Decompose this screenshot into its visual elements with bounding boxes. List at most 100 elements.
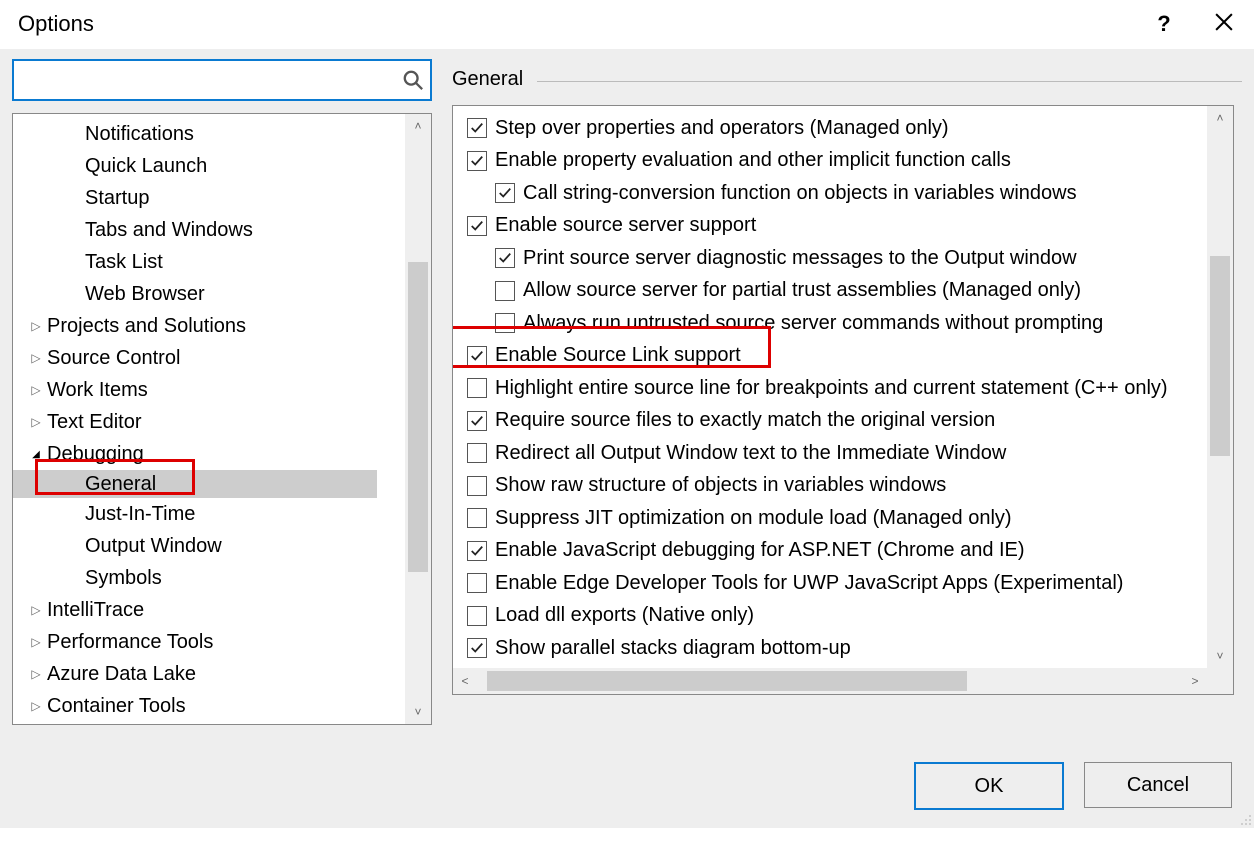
scroll-thumb[interactable]	[408, 262, 428, 572]
checkbox[interactable]	[495, 183, 515, 203]
checkbox[interactable]	[467, 378, 487, 398]
tree-scrollbar[interactable]: ˄ ˅	[405, 114, 431, 724]
option-row: Load dll exports (Native only)	[453, 600, 1234, 633]
option-label[interactable]: Redirect all Output Window text to the I…	[495, 442, 1006, 465]
option-label[interactable]: Show raw structure of objects in variabl…	[495, 474, 946, 497]
option-row: Show raw structure of objects in variabl…	[453, 470, 1234, 503]
tree-item-label: Output Window	[85, 535, 222, 558]
checkbox[interactable]	[467, 476, 487, 496]
tree-item-label: Azure Data Lake	[47, 663, 196, 686]
options-vertical-scrollbar[interactable]: ˄ ˅	[1207, 106, 1233, 668]
tree-item-work-items[interactable]: ▷Work Items	[13, 374, 431, 406]
option-label[interactable]: Enable Edge Developer Tools for UWP Java…	[495, 572, 1123, 595]
tree-item-text-editor[interactable]: ▷Text Editor	[13, 406, 431, 438]
option-label[interactable]: Show parallel stacks diagram bottom-up	[495, 637, 851, 660]
scroll-down-icon[interactable]: ˅	[1207, 644, 1233, 668]
checkbox[interactable]	[495, 313, 515, 333]
tree-item-azure-data-lake[interactable]: ▷ Azure Data Lake	[13, 658, 431, 690]
expander-closed-icon[interactable]: ▷	[29, 635, 43, 649]
option-row: Enable Source Link support	[453, 340, 1234, 373]
option-label[interactable]: Suppress JIT optimization on module load…	[495, 507, 1012, 530]
checkbox[interactable]	[467, 216, 487, 236]
scroll-left-icon[interactable]: ˂	[453, 668, 477, 694]
tree-item-projects-and-solutions[interactable]: ▷ Projects and Solutions	[13, 310, 431, 342]
tree-item-label: Source Control	[47, 347, 180, 370]
option-row: Call string-conversion function on objec…	[453, 177, 1234, 210]
options-list: Step over properties and operators (Mana…	[452, 105, 1234, 695]
option-label[interactable]: Step over properties and operators (Mana…	[495, 117, 949, 140]
checkbox[interactable]	[467, 638, 487, 658]
option-label[interactable]: Highlight entire source line for breakpo…	[495, 377, 1168, 400]
option-row: Suppress JIT optimization on module load…	[453, 502, 1234, 535]
tree-item-label: Projects and Solutions	[47, 315, 246, 338]
scroll-down-icon[interactable]: ˅	[405, 700, 431, 724]
tree-item-source-control[interactable]: ▷ Source Control	[13, 342, 431, 374]
checkbox[interactable]	[467, 508, 487, 528]
checkbox[interactable]	[495, 248, 515, 268]
tree-item-container-tools[interactable]: ▷Container Tools	[13, 690, 431, 722]
option-label[interactable]: Allow source server for partial trust as…	[523, 279, 1081, 302]
tree-item-label: Notifications	[85, 123, 194, 146]
option-label[interactable]: Load dll exports (Native only)	[495, 604, 754, 627]
option-label[interactable]: Enable source server support	[495, 214, 756, 237]
expander-open-icon[interactable]: ◢	[29, 449, 43, 460]
tree-item-symbols[interactable]: Symbols	[13, 562, 431, 594]
option-label[interactable]: Enable property evaluation and other imp…	[495, 149, 1011, 172]
scroll-right-icon[interactable]: ˃	[1183, 668, 1207, 694]
tree-item-performance-tools[interactable]: ▷Performance Tools	[13, 626, 431, 658]
checkbox[interactable]	[467, 118, 487, 138]
checkbox[interactable]	[467, 573, 487, 593]
scroll-up-icon[interactable]: ˄	[405, 114, 431, 138]
option-label[interactable]: Enable JavaScript debugging for ASP.NET …	[495, 539, 1025, 562]
category-tree: Notifications Quick Launch StartupTabs and…	[12, 113, 432, 725]
options-horizontal-scrollbar[interactable]: ˂ ˃	[453, 668, 1207, 694]
expander-closed-icon[interactable]: ▷	[29, 415, 43, 429]
checkbox[interactable]	[467, 411, 487, 431]
checkbox[interactable]	[495, 281, 515, 301]
tree-item-task-list[interactable]: Task List	[13, 246, 431, 278]
checkbox[interactable]	[467, 606, 487, 626]
tree-item-output-window[interactable]: Output Window	[13, 530, 431, 562]
tree-item-label: Quick Launch	[85, 155, 207, 178]
tree-item-debugging[interactable]: ◢Debugging	[13, 438, 431, 470]
search-input[interactable]	[20, 64, 402, 96]
tree-item-notifications[interactable]: Notifications	[13, 118, 431, 150]
option-row: Enable property evaluation and other imp…	[453, 145, 1234, 178]
checkbox[interactable]	[467, 151, 487, 171]
expander-closed-icon[interactable]: ▷	[29, 383, 43, 397]
expander-closed-icon[interactable]: ▷	[29, 699, 43, 713]
expander-closed-icon[interactable]: ▷	[29, 667, 43, 681]
expander-closed-icon[interactable]: ▷	[29, 603, 43, 617]
cancel-button[interactable]: Cancel	[1084, 762, 1232, 808]
dialog-body: Notifications Quick Launch StartupTabs and…	[0, 48, 1254, 828]
option-label[interactable]: Call string-conversion function on objec…	[523, 182, 1077, 205]
tree-item-web-browser[interactable]: Web Browser	[13, 278, 431, 310]
expander-closed-icon[interactable]: ▷	[29, 319, 43, 333]
scroll-thumb[interactable]	[487, 671, 967, 691]
resize-grip-icon[interactable]	[1236, 810, 1252, 826]
close-button[interactable]	[1206, 6, 1242, 42]
tree-item-intellitrace[interactable]: ▷IntelliTrace	[13, 594, 431, 626]
ok-button[interactable]: OK	[914, 762, 1064, 810]
scroll-thumb[interactable]	[1210, 256, 1230, 456]
search-box[interactable]	[12, 59, 432, 101]
tree-item-general[interactable]: General	[13, 470, 377, 498]
checkbox[interactable]	[467, 346, 487, 366]
tree-item-just-in-time[interactable]: Just-In-Time	[13, 498, 431, 530]
checkbox[interactable]	[467, 541, 487, 561]
scroll-up-icon[interactable]: ˄	[1207, 106, 1233, 130]
panel-title: General	[452, 68, 523, 91]
option-row: Step over properties and operators (Mana…	[453, 112, 1234, 145]
tree-item-quick-launch[interactable]: Quick Launch	[13, 150, 431, 182]
option-row: Enable Edge Developer Tools for UWP Java…	[453, 567, 1234, 600]
option-label[interactable]: Require source files to exactly match th…	[495, 409, 995, 432]
header-line	[537, 81, 1242, 82]
option-label[interactable]: Always run untrusted source server comma…	[523, 312, 1103, 335]
expander-closed-icon[interactable]: ▷	[29, 351, 43, 365]
help-button[interactable]: ?	[1146, 6, 1182, 42]
tree-item-tabs-and-windows[interactable]: Tabs and Windows	[13, 214, 431, 246]
option-label[interactable]: Print source server diagnostic messages …	[523, 247, 1077, 270]
checkbox[interactable]	[467, 443, 487, 463]
tree-item-startup[interactable]: Startup	[13, 182, 431, 214]
option-label[interactable]: Enable Source Link support	[495, 344, 741, 367]
